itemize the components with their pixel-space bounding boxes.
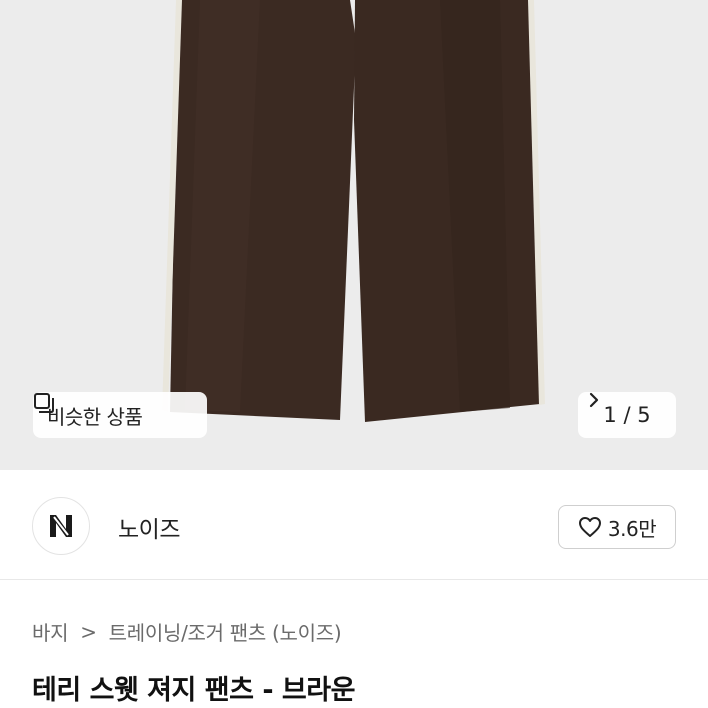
similar-products-label: 비슷한 상품 [47,404,143,429]
breadcrumb-item-training-jogger[interactable]: 트레이닝/조거 팬츠 (노이즈) [109,617,342,646]
breadcrumb-separator: > [80,619,97,644]
noise-logo-icon [50,515,72,537]
heart-outline-icon [578,517,601,537]
shop-name[interactable]: 노이즈 [118,510,180,544]
similar-products-button[interactable]: 비슷한 상품 [33,392,207,438]
image-pager[interactable]: 1 / 5 [578,392,676,438]
product-image-carousel[interactable]: 비슷한 상품 1 / 5 [0,0,708,470]
like-count: 3.6만 [607,516,657,541]
product-title: 테리 스웻 져지 팬츠 - 브라운 [32,675,355,706]
square-stack-icon [34,393,54,413]
chevron-right-icon [589,392,599,408]
shop-row: 노이즈 3.6만 [0,470,708,580]
like-button[interactable]: 3.6만 [558,505,676,549]
breadcrumb: 바지 > 트레이닝/조거 팬츠 (노이즈) [32,617,342,646]
breadcrumb-item-pants[interactable]: 바지 [32,617,69,646]
shop-avatar[interactable] [32,497,90,555]
pager-label: 1 / 5 [603,403,651,427]
